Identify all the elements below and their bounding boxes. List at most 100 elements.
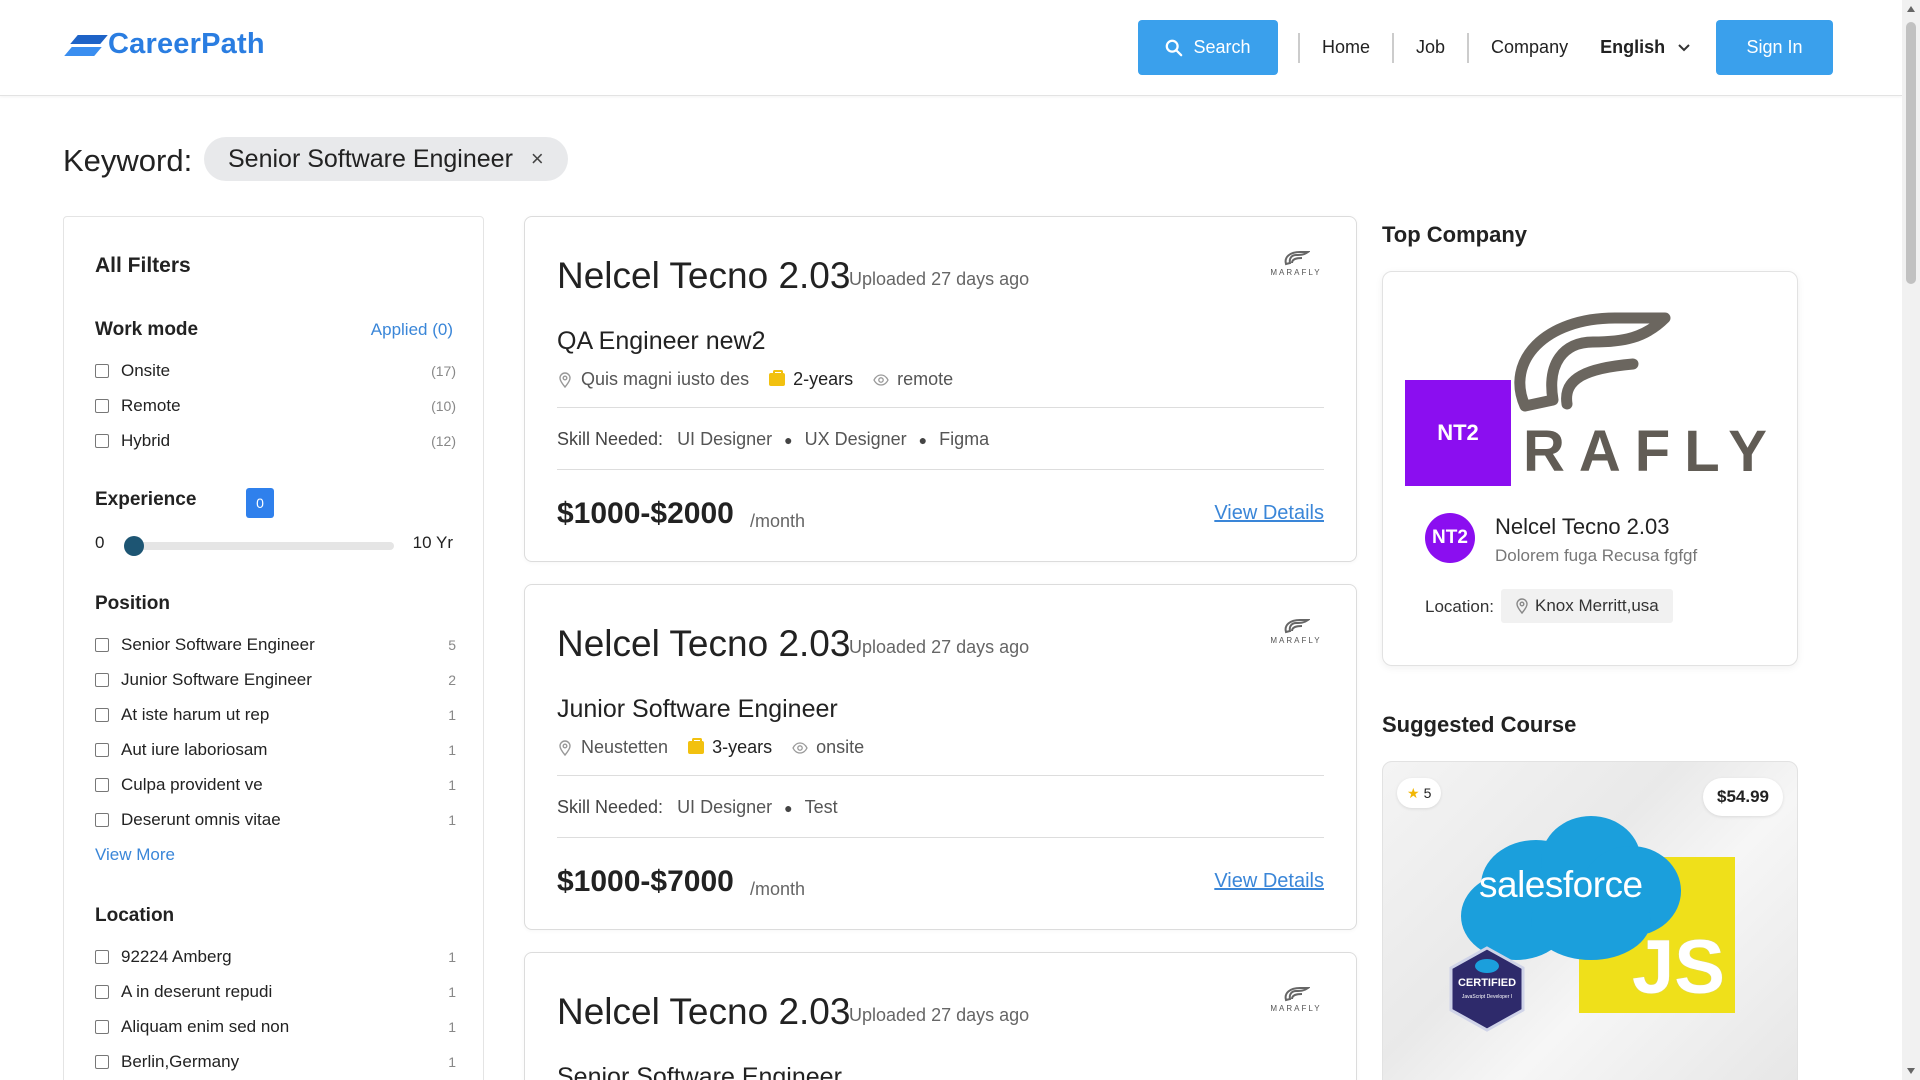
salary-period: /month [750, 511, 806, 531]
job-company-name: Nelcel Tecno 2.03 [557, 255, 851, 296]
briefcase-icon [688, 738, 705, 754]
position-title: Position [95, 593, 170, 614]
company-logo: MARAFLY [1268, 985, 1324, 1017]
filter-option-position[interactable]: Culpa provident ve 1 [95, 775, 456, 795]
company-logo-text: MARAFLY [1270, 636, 1322, 645]
logo-text: CareerPath [108, 28, 265, 60]
option-label: Junior Software Engineer [121, 670, 312, 689]
scroll-up-arrow-icon[interactable] [1907, 6, 1915, 12]
company-avatar: NT2 [1425, 513, 1475, 563]
checkbox[interactable] [95, 399, 109, 413]
search-icon [1166, 39, 1183, 56]
experience-slider-handle[interactable] [124, 536, 144, 556]
job-card[interactable]: Nelcel Tecno 2.03 Uploaded 27 days ago M… [524, 216, 1357, 562]
top-company-card[interactable]: NT2 RAFLY NT2 Nelcel Tecno 2.03 Dolorem … [1382, 271, 1798, 666]
filter-option-location[interactable]: Berlin,Germany 1 [95, 1052, 456, 1072]
filter-option-position[interactable]: Deserunt omnis vitae 1 [95, 810, 456, 830]
top-company-title: Top Company [1382, 222, 1528, 247]
job-location: Quis magni iusto des [581, 369, 750, 389]
filter-option-onsite[interactable]: Onsite (17) [95, 361, 456, 381]
star-icon: ★ [1407, 784, 1420, 801]
filters-panel: All Filters Work mode Applied (0) Onsite… [63, 216, 484, 1080]
course-card[interactable]: JS salesforce CERTIFIED JavaScript Devel… [1382, 761, 1798, 1080]
salary-period: /month [750, 879, 806, 899]
course-price: $54.99 [1703, 778, 1783, 816]
work-mode-applied-link[interactable]: Applied (0) [371, 320, 453, 340]
job-title[interactable]: Senior Software Engineer [557, 1063, 842, 1080]
page-scrollbar[interactable] [1902, 0, 1920, 1080]
skills-label: Skill Needed: [557, 429, 664, 449]
option-count: 2 [448, 672, 456, 688]
experience-slider-track[interactable] [134, 542, 394, 550]
view-details-link[interactable]: View Details [1214, 870, 1324, 893]
option-label: At iste harum ut rep [121, 705, 270, 724]
job-experience: 3-years [712, 737, 773, 757]
certified-badge-icon: CERTIFIED JavaScript Developer I [1449, 946, 1525, 1032]
sign-in-button[interactable]: Sign In [1716, 20, 1833, 75]
checkbox[interactable] [95, 813, 109, 827]
company-location: Knox Merritt,usa [1535, 596, 1659, 615]
filter-option-position[interactable]: Aut iure laboriosam 1 [95, 740, 456, 760]
scroll-thumb[interactable] [1906, 22, 1916, 284]
view-details-link[interactable]: View Details [1214, 502, 1324, 525]
checkbox[interactable] [95, 364, 109, 378]
company-logo-text: MARAFLY [1270, 1004, 1322, 1013]
filter-option-hybrid[interactable]: Hybrid (12) [95, 431, 456, 451]
location-label: Location: [1425, 597, 1494, 616]
close-icon[interactable]: × [531, 146, 544, 172]
filter-option-location[interactable]: 92224 Amberg 1 [95, 947, 456, 967]
language-dropdown[interactable]: English [1590, 37, 1691, 58]
nav-job[interactable]: Job [1394, 37, 1467, 58]
nav-company[interactable]: Company [1469, 37, 1590, 58]
checkbox[interactable] [95, 778, 109, 792]
skill-item: UI Designer [677, 429, 773, 449]
company-logo: MARAFLY [1268, 249, 1324, 281]
option-label: Deserunt omnis vitae [121, 810, 281, 829]
briefcase-icon [769, 370, 786, 386]
checkbox[interactable] [95, 743, 109, 757]
job-card[interactable]: Nelcel Tecno 2.03 Uploaded 27 days ago M… [524, 952, 1357, 1080]
option-count: 1 [448, 1019, 456, 1035]
checkbox[interactable] [95, 638, 109, 652]
work-mode-title: Work mode [95, 319, 199, 340]
keyword-chip: Senior Software Engineer × [204, 137, 568, 181]
view-more-link[interactable]: View More [95, 845, 175, 865]
slider-max-label: 10 Yr [412, 533, 453, 552]
filter-option-position[interactable]: At iste harum ut rep 1 [95, 705, 456, 725]
search-button[interactable]: Search [1138, 20, 1278, 75]
job-title[interactable]: QA Engineer new2 [557, 327, 765, 356]
option-count: 1 [448, 984, 456, 1000]
rating-value: 5 [1423, 785, 1432, 801]
company-name[interactable]: Nelcel Tecno 2.03 [1495, 514, 1670, 540]
job-uploaded-time: Uploaded 27 days ago [849, 269, 1030, 289]
filter-option-position[interactable]: Junior Software Engineer 2 [95, 670, 456, 690]
job-card[interactable]: Nelcel Tecno 2.03 Uploaded 27 days ago M… [524, 584, 1357, 930]
bullet: ● [784, 431, 793, 448]
job-uploaded-time: Uploaded 27 days ago [849, 637, 1030, 657]
checkbox[interactable] [95, 950, 109, 964]
checkbox[interactable] [95, 1055, 109, 1069]
top-header: CareerPath Search Home Job Company Engli… [0, 0, 1902, 96]
search-button-label: Search [1193, 37, 1251, 57]
nav-home[interactable]: Home [1300, 37, 1392, 58]
checkbox[interactable] [95, 1020, 109, 1034]
location-pin-icon [559, 739, 571, 756]
filter-option-location[interactable]: Aliquam enim sed non 1 [95, 1017, 456, 1037]
logo[interactable]: CareerPath [64, 28, 265, 61]
wing-logo-icon [1284, 987, 1310, 1002]
checkbox[interactable] [95, 673, 109, 687]
filter-option-location[interactable]: A in deserunt repudi 1 [95, 982, 456, 1002]
job-mode: onsite [816, 737, 865, 757]
scroll-down-arrow-icon[interactable] [1907, 1068, 1915, 1074]
suggested-course-title: Suggested Course [1382, 712, 1577, 737]
filters-title: All Filters [95, 254, 191, 277]
checkbox[interactable] [95, 434, 109, 448]
wing-logo-icon [1284, 251, 1310, 266]
filter-option-position[interactable]: Senior Software Engineer 5 [95, 635, 456, 655]
option-count: 1 [448, 707, 456, 723]
checkbox[interactable] [95, 708, 109, 722]
checkbox[interactable] [95, 985, 109, 999]
filter-option-remote[interactable]: Remote (10) [95, 396, 456, 416]
keyword-label: Keyword: [63, 143, 193, 178]
job-title[interactable]: Junior Software Engineer [557, 695, 838, 724]
